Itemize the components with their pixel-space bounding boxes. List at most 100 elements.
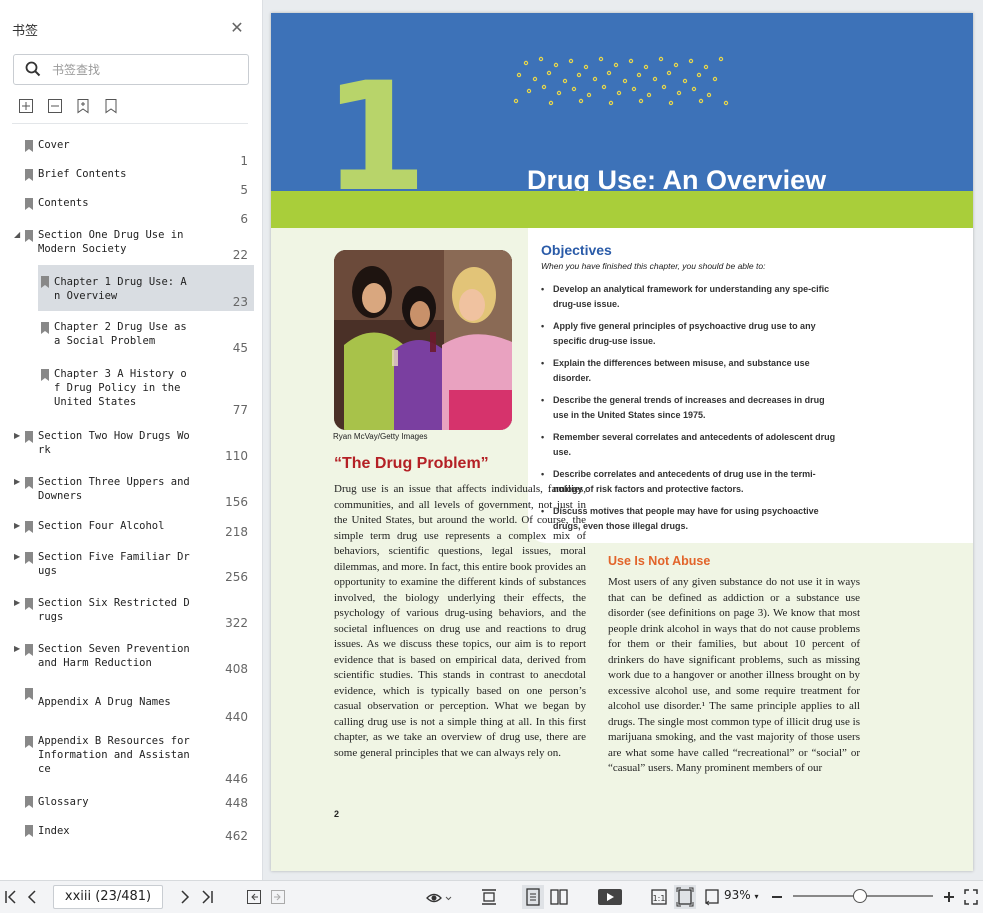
bookmark-page: 408	[225, 662, 248, 676]
objective-item: Apply five general principles of psychoa…	[541, 319, 841, 349]
first-page-icon[interactable]	[4, 887, 18, 907]
bookmark-page: 462	[225, 829, 248, 843]
objective-item: Discuss motives that people may have for…	[541, 504, 841, 534]
expand-all-icon[interactable]	[18, 98, 34, 114]
two-page-icon[interactable]	[549, 887, 569, 907]
bookmark-flag-icon	[25, 552, 33, 564]
bookmark-label: Section Seven Prevention and Harm Reduct…	[38, 643, 190, 669]
bookmark-page: 22	[232, 248, 248, 262]
body-text-right: Most users of any given substance do not…	[608, 576, 860, 774]
bookmark-page: 256	[225, 570, 248, 584]
bookmark-flag-icon	[41, 276, 49, 288]
bookmark-page: 440	[225, 710, 248, 724]
bookmark-page: 5	[240, 183, 248, 197]
close-icon[interactable]: ✕	[229, 20, 245, 36]
bookmark-flag-icon	[25, 644, 33, 656]
divider	[12, 123, 248, 124]
bookmark-page: 446	[225, 772, 248, 786]
bookmark-panel: 书签 ✕ Cover 1 Brief Contents 5 Contents 6…	[0, 0, 263, 880]
bookmark-list: Cover 1 Brief Contents 5 Contents 6 ◢ Se…	[0, 130, 262, 870]
objective-item: Develop an analytical framework for unde…	[541, 282, 841, 312]
subsection-heading: Use Is Not Abuse	[608, 554, 711, 568]
document-page: 1 Drug Use: An Overview Objectives When …	[271, 13, 973, 871]
bookmark-flag-icon	[41, 322, 49, 334]
chevron-down-icon: ▾	[754, 892, 759, 901]
caret-right-icon[interactable]: ▶	[14, 521, 22, 530]
bookmark-label: Section Four Alcohol	[38, 520, 165, 532]
bookmark-label: Chapter 3 A History o f Drug Policy in t…	[54, 368, 187, 408]
bookmark-label: Index	[38, 825, 70, 837]
bookmark-label: Section Three Uppers and Downers	[38, 476, 190, 502]
bookmark-label: Brief Contents	[38, 168, 127, 180]
bookmark-page: 1	[240, 154, 248, 168]
bookmark-page: 77	[232, 403, 248, 417]
bookmark-search-input[interactable]	[50, 59, 244, 81]
caret-right-icon[interactable]: ▶	[14, 477, 22, 486]
status-bar: xxiii (23/481) 1:1 93% ▾	[0, 880, 983, 913]
caret-right-icon[interactable]: ▶	[14, 431, 22, 440]
navigate-back-icon[interactable]	[246, 887, 262, 907]
bookmark-page: 45	[232, 341, 248, 355]
zoom-value: 93%	[724, 888, 751, 902]
bookmark-flag-icon	[25, 230, 33, 242]
bookmark-label: Cover	[38, 139, 70, 151]
caret-right-icon[interactable]: ▶	[14, 644, 22, 653]
bookmark-label: Glossary	[38, 796, 89, 808]
bookmark-label: Appendix B Resources for Information and…	[38, 735, 190, 775]
bookmark-page: 218	[225, 525, 248, 539]
bookmark-label: Section Five Familiar Dr ugs	[38, 551, 190, 577]
page-number-input[interactable]: xxiii (23/481)	[53, 885, 163, 909]
objectives-list: Develop an analytical framework for unde…	[541, 282, 841, 541]
fit-width-icon[interactable]	[674, 885, 696, 909]
caret-down-icon[interactable]: ◢	[14, 230, 22, 239]
bookmark-label: Section Six Restricted D rugs	[38, 597, 190, 623]
last-page-icon[interactable]	[200, 887, 214, 907]
document-viewport[interactable]: 1 Drug Use: An Overview Objectives When …	[263, 0, 983, 880]
previous-page-icon[interactable]	[26, 887, 38, 907]
caret-right-icon[interactable]: ▶	[14, 598, 22, 607]
decorative-dots	[513, 56, 729, 106]
objective-item: Explain the differences between misuse, …	[541, 356, 841, 386]
navigate-forward-icon[interactable]	[270, 887, 286, 907]
bookmark-flag-icon	[25, 688, 33, 700]
zoom-out-icon[interactable]	[770, 887, 784, 907]
actual-size-icon[interactable]: 1:1	[650, 887, 668, 907]
bookmark-page: 6	[240, 212, 248, 226]
bookmark-label: Section Two How Drugs Wo rk	[38, 430, 190, 456]
bookmark-flag-icon	[25, 796, 33, 808]
bookmark-flag-icon	[25, 477, 33, 489]
play-icon[interactable]	[597, 887, 623, 907]
next-page-icon[interactable]	[179, 887, 191, 907]
bookmark-page: 448	[225, 796, 248, 810]
zoom-in-icon[interactable]	[942, 887, 956, 907]
fit-page-icon[interactable]	[480, 887, 498, 907]
bookmark-page: 156	[225, 495, 248, 509]
objectives-title: Objectives	[541, 242, 612, 258]
objective-item: Describe correlates and antecedents of d…	[541, 467, 841, 497]
eye-care-icon[interactable]	[425, 887, 453, 907]
bookmark-search[interactable]	[13, 54, 249, 85]
objectives-subtitle: When you have finished this chapter, you…	[541, 261, 766, 271]
fullscreen-icon[interactable]	[963, 887, 979, 907]
collapse-all-icon[interactable]	[47, 98, 63, 114]
zoom-slider-handle[interactable]	[852, 889, 867, 903]
rotate-view-icon[interactable]	[703, 887, 721, 907]
bookmark-flag-icon	[25, 140, 33, 152]
chapter-photo	[334, 250, 512, 430]
bookmark-icon[interactable]	[103, 98, 119, 114]
single-page-icon[interactable]	[522, 885, 544, 909]
bookmark-flag-icon	[25, 736, 33, 748]
add-bookmark-icon[interactable]	[75, 98, 91, 114]
photo-credit: Ryan McVay/Getty Images	[333, 432, 428, 441]
bookmark-label: Contents	[38, 197, 89, 209]
bookmark-page: 322	[225, 616, 248, 630]
bookmark-page: 23	[232, 295, 248, 309]
objectives-box: Objectives When you have finished this c…	[528, 228, 973, 543]
bookmark-flag-icon	[25, 198, 33, 210]
svg-text:1:1: 1:1	[653, 894, 666, 903]
bookmark-flag-icon	[25, 825, 33, 837]
bookmark-flag-icon	[41, 369, 49, 381]
search-icon	[25, 61, 41, 77]
zoom-level[interactable]: 93% ▾	[724, 888, 759, 902]
caret-right-icon[interactable]: ▶	[14, 552, 22, 561]
